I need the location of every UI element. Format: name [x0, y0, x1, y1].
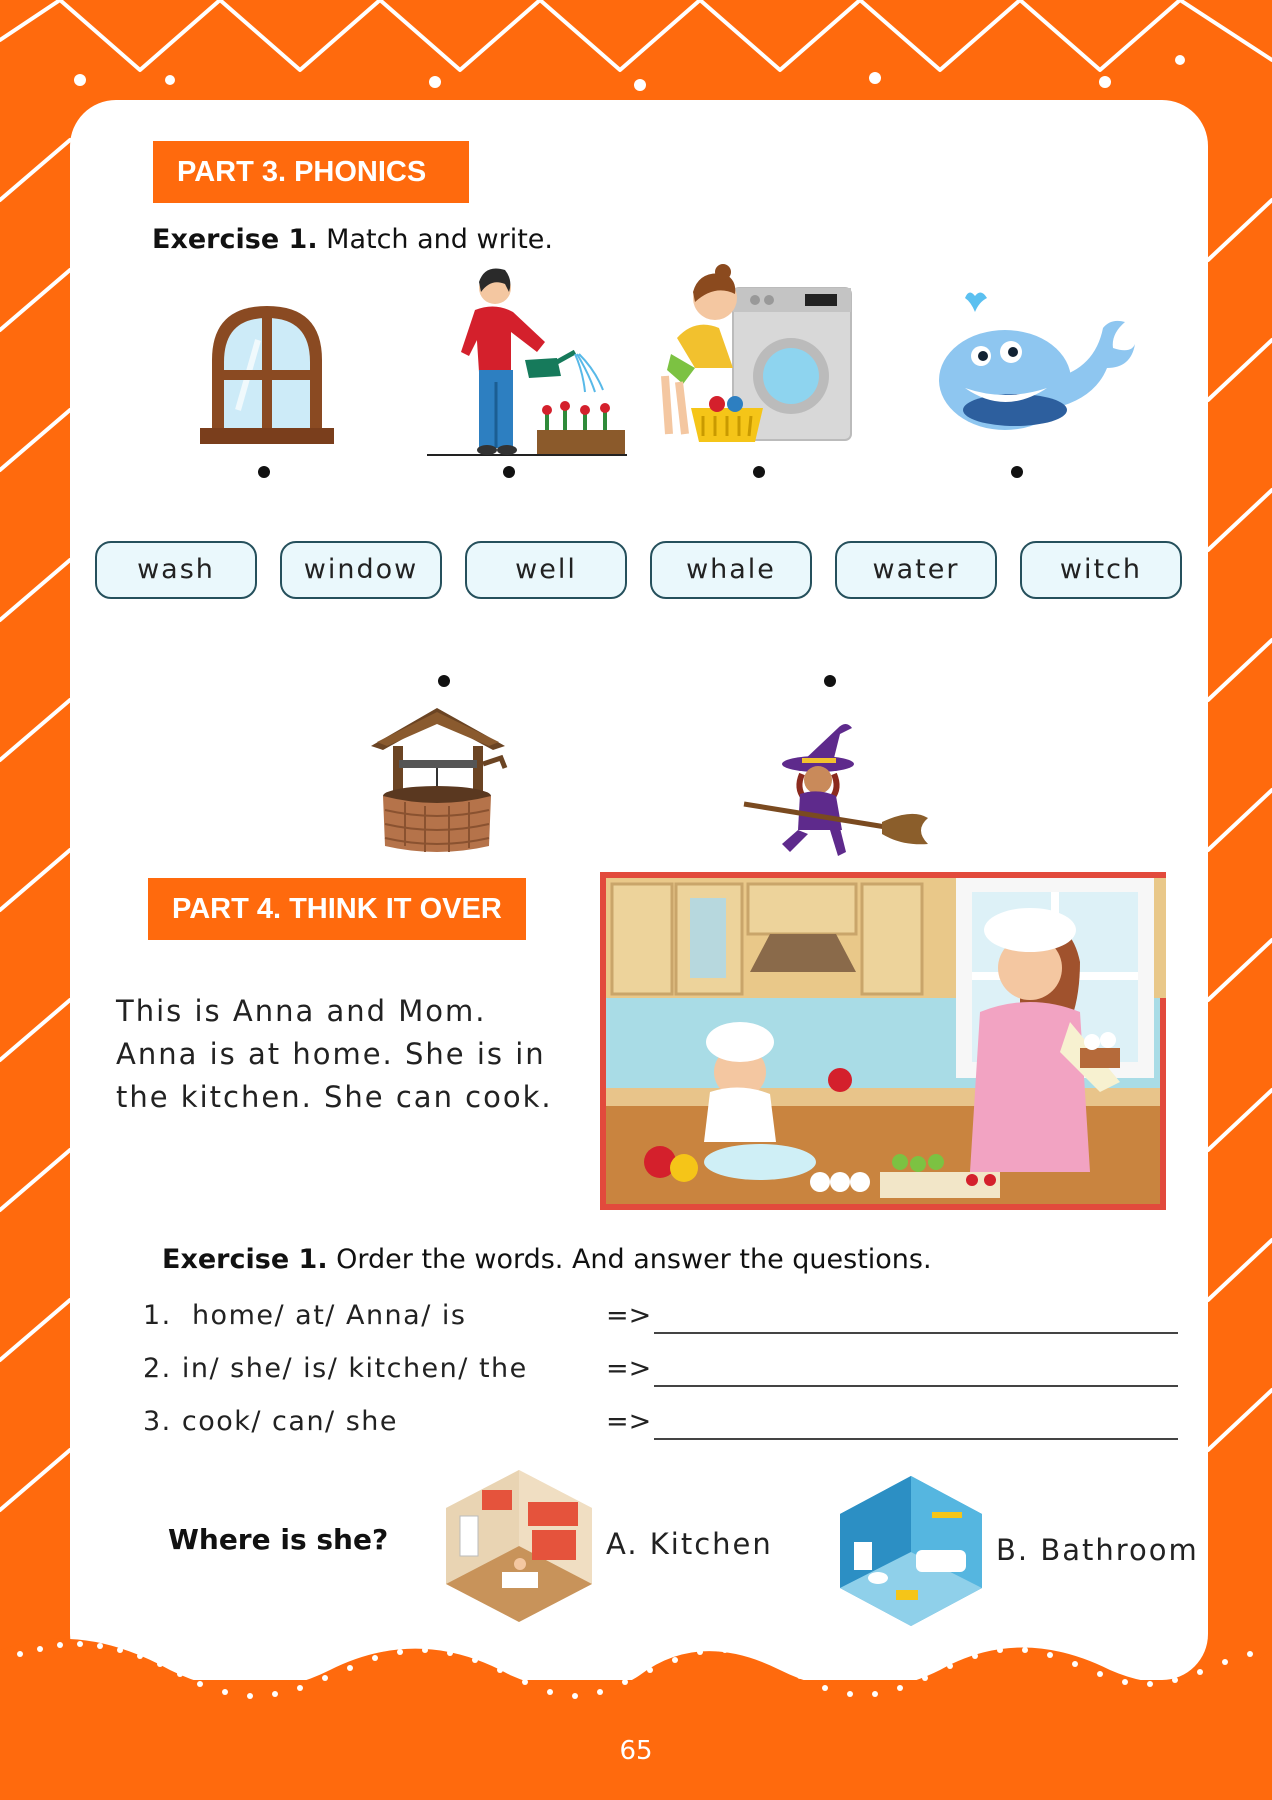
question-words: home/ at/ Anna/ is — [191, 1300, 467, 1331]
word-box-window[interactable]: window — [280, 541, 442, 599]
woman-watering-plants-icon — [427, 268, 627, 456]
where-question: Where is she? — [168, 1523, 389, 1556]
answer-arrow: => — [606, 1353, 652, 1384]
question-row: 1. home/ at/ Anna/ is — [143, 1300, 466, 1331]
question-number: 1. — [143, 1300, 172, 1331]
answer-arrow: => — [606, 1406, 652, 1437]
word-box-whale[interactable]: whale — [650, 541, 812, 599]
match-dot[interactable] — [438, 675, 450, 687]
match-dot[interactable] — [753, 466, 765, 478]
word-box-water[interactable]: water — [835, 541, 997, 599]
exercise-instruction: Order the words. And answer the question… — [327, 1244, 932, 1275]
question-number: 3. — [143, 1406, 172, 1437]
answer-arrow: => — [606, 1300, 652, 1331]
part3-exercise-title: Exercise 1. Match and write. — [152, 224, 553, 255]
question-words: in/ she/ is/ kitchen/ the — [181, 1353, 528, 1384]
choice-a-kitchen[interactable]: A. Kitchen — [606, 1527, 773, 1561]
word-box-witch[interactable]: witch — [1020, 541, 1182, 599]
page-number: 65 — [619, 1736, 653, 1766]
story-line: the kitchen. She can cook. — [116, 1080, 553, 1114]
answer-line[interactable] — [654, 1438, 1178, 1440]
story-line: This is Anna and Mom. — [116, 994, 487, 1028]
match-dot[interactable] — [503, 466, 515, 478]
match-dot[interactable] — [258, 466, 270, 478]
story-paragraph: This is Anna and Mom. Anna is at home. S… — [116, 990, 580, 1119]
witch-on-broom-icon — [743, 724, 928, 856]
choice-b-bathroom[interactable]: B. Bathroom — [996, 1533, 1199, 1567]
scalloped-border — [0, 1638, 1272, 1740]
wishing-well-icon — [371, 708, 508, 852]
story-line: Anna is at home. She is in — [116, 1037, 546, 1071]
word-box-wash[interactable]: wash — [95, 541, 257, 599]
part3-banner: PART 3. PHONICS — [153, 141, 469, 203]
exercise-label: Exercise 1. — [162, 1244, 328, 1275]
word-box-well[interactable]: well — [465, 541, 627, 599]
exercise-label: Exercise 1. — [152, 224, 318, 255]
answer-line[interactable] — [654, 1385, 1178, 1387]
exercise-instruction: Match and write. — [317, 224, 553, 255]
bathroom-room-icon — [840, 1476, 982, 1626]
match-dot[interactable] — [1011, 466, 1023, 478]
kitchen-cooking-illustration — [600, 872, 1166, 1210]
part4-banner: PART 4. THINK IT OVER — [148, 878, 526, 940]
window-icon — [200, 306, 334, 444]
answer-line[interactable] — [654, 1332, 1178, 1334]
question-row: 3. cook/ can/ she — [143, 1406, 398, 1437]
kitchen-room-icon — [446, 1470, 592, 1622]
whale-icon — [939, 292, 1135, 430]
question-number: 2. — [143, 1353, 172, 1384]
part4-exercise-title: Exercise 1. Order the words. And answer … — [162, 1244, 932, 1275]
girl-washing-clothes-icon — [661, 264, 852, 442]
question-words: cook/ can/ she — [181, 1406, 399, 1437]
match-dot[interactable] — [824, 675, 836, 687]
question-row: 2. in/ she/ is/ kitchen/ the — [143, 1353, 528, 1384]
